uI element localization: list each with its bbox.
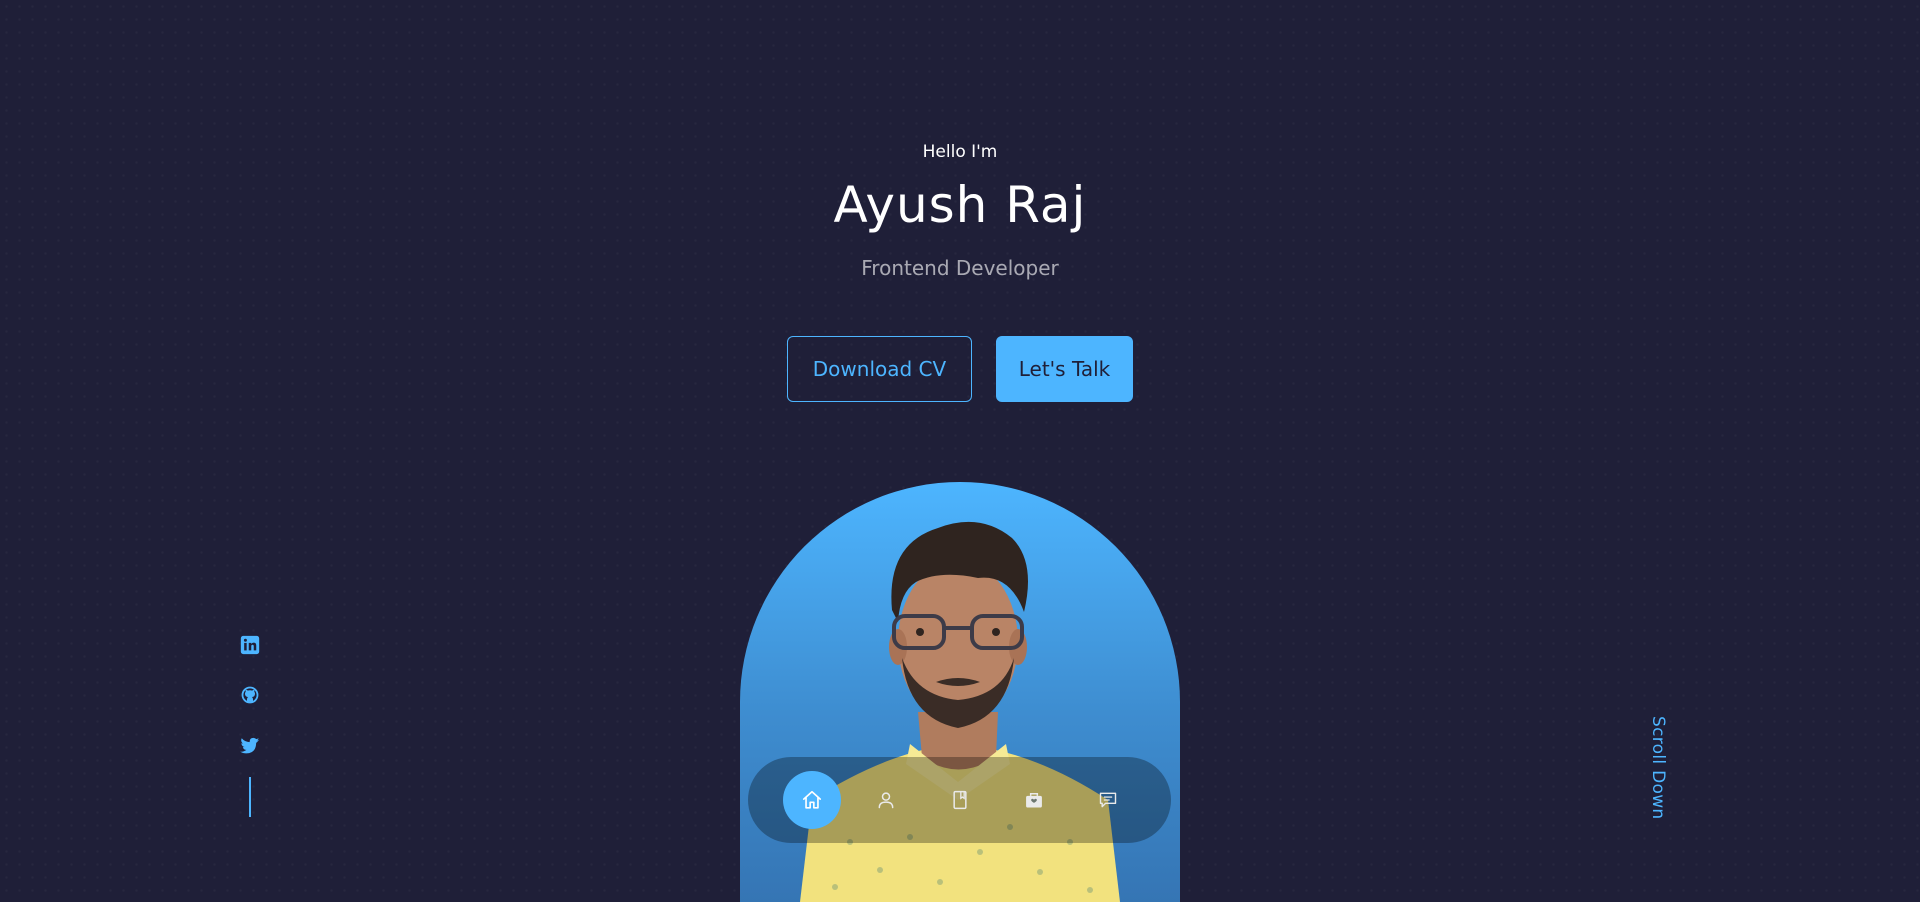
page-title: Ayush Raj — [833, 176, 1087, 234]
nav-services[interactable] — [1005, 771, 1063, 829]
home-icon — [802, 790, 822, 809]
nav-about[interactable] — [857, 771, 915, 829]
twitter-icon — [240, 737, 260, 754]
linkedin-link[interactable] — [239, 634, 261, 656]
book-icon — [953, 790, 967, 810]
linkedin-icon — [240, 635, 260, 655]
nav-experience[interactable] — [931, 771, 989, 829]
user-icon — [878, 792, 894, 809]
bottom-nav — [748, 757, 1171, 843]
nav-contact[interactable] — [1079, 771, 1137, 829]
github-icon — [241, 686, 259, 704]
nav-home[interactable] — [783, 771, 841, 829]
twitter-link[interactable] — [239, 735, 261, 757]
role-subtitle: Frontend Developer — [861, 256, 1059, 280]
scroll-down-link[interactable]: Scroll Down — [1648, 716, 1668, 819]
github-link[interactable] — [239, 684, 261, 706]
social-divider-line — [249, 777, 251, 817]
lets-talk-button[interactable]: Let's Talk — [996, 336, 1133, 402]
briefcase-icon — [1026, 793, 1042, 808]
message-icon — [1099, 792, 1117, 808]
hero-section: Hello I'm Ayush Raj Frontend Developer D… — [0, 0, 1920, 902]
download-cv-button[interactable]: Download CV — [787, 336, 972, 402]
social-links — [235, 634, 265, 817]
greeting-text: Hello I'm — [922, 142, 998, 162]
